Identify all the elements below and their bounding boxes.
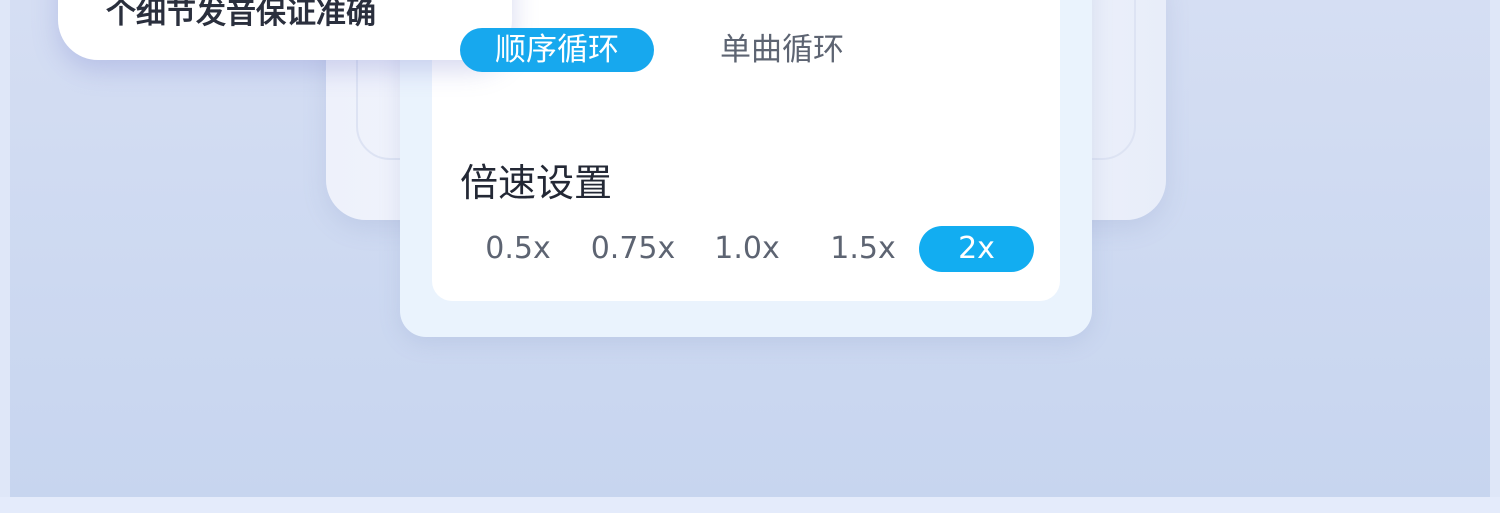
loop-mode-sequential-button[interactable]: 顺序循环 bbox=[460, 28, 654, 72]
speed-option-0-5x[interactable]: 0.5x bbox=[470, 226, 566, 272]
loop-mode-single-button[interactable]: 单曲循环 bbox=[702, 28, 862, 72]
speed-option-0-75x[interactable]: 0.75x bbox=[580, 226, 686, 272]
speed-option-2x[interactable]: 2x bbox=[919, 226, 1034, 272]
bottom-band bbox=[0, 497, 1500, 513]
speed-option-1-0x[interactable]: 1.0x bbox=[700, 226, 794, 272]
feature-callout: 个细节发音保证准确 bbox=[58, 0, 512, 60]
speed-option-1-5x[interactable]: 1.5x bbox=[816, 226, 910, 272]
feature-callout-text: 个细节发音保证准确 bbox=[106, 0, 376, 31]
speed-setting-title: 倍速设置 bbox=[460, 161, 613, 205]
